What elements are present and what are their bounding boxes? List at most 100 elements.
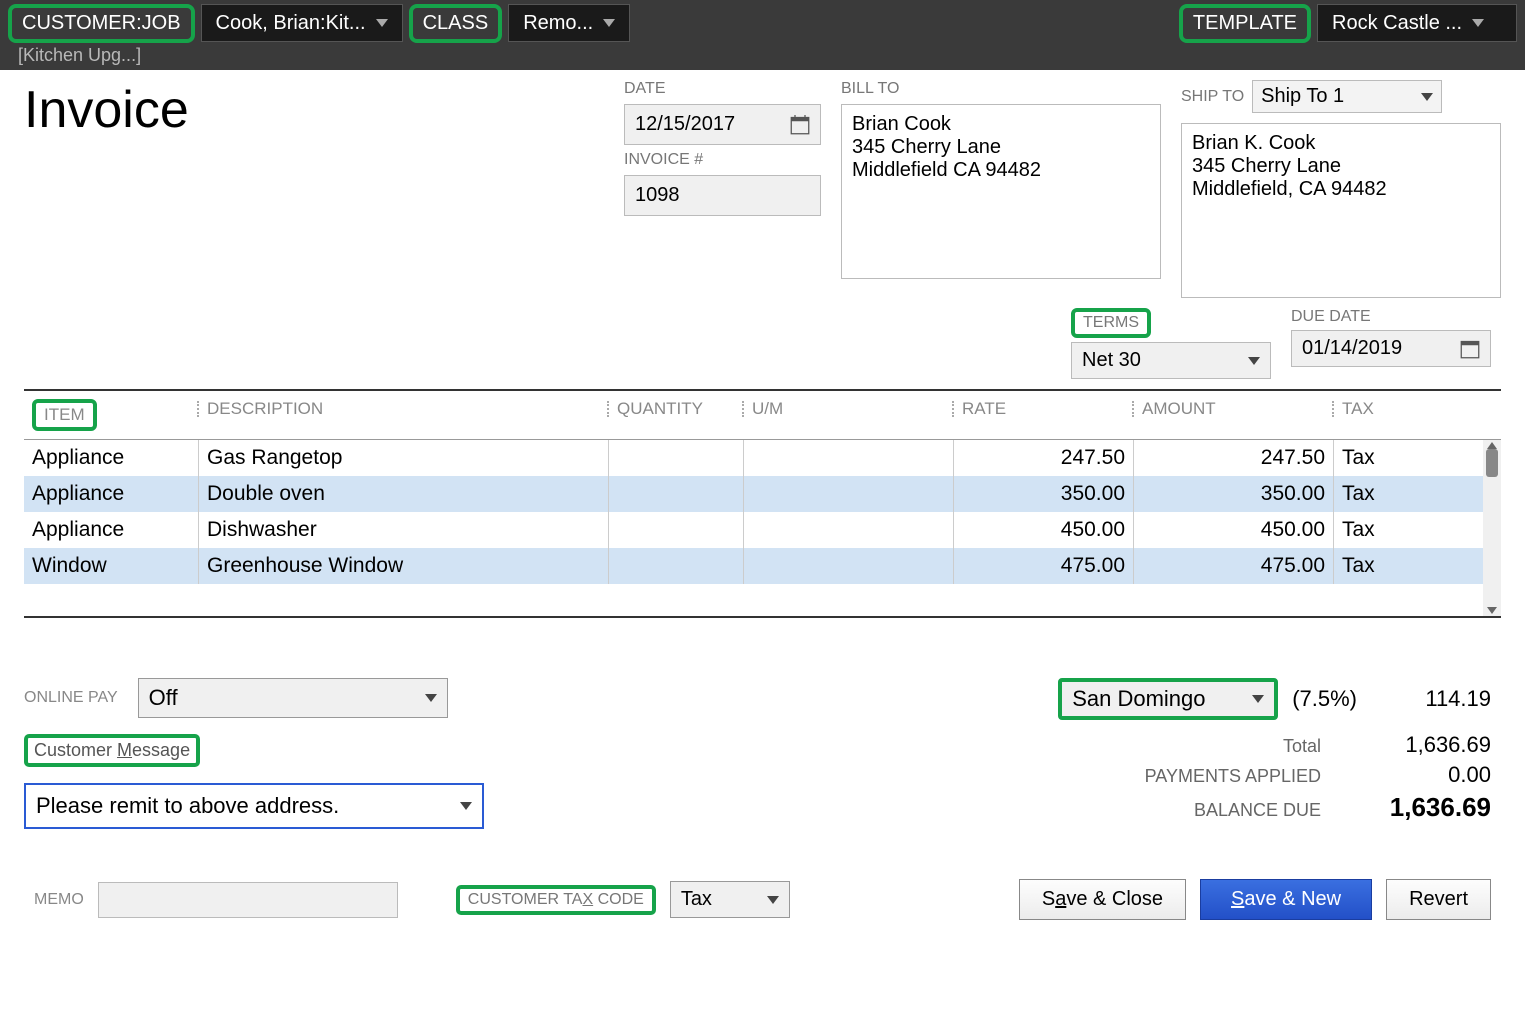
terms-label: TERMS	[1071, 308, 1151, 338]
invoice-num-label: INVOICE #	[624, 151, 821, 169]
page-title: Invoice	[24, 80, 604, 298]
due-date-label: DUE DATE	[1291, 308, 1491, 326]
chevron-down-icon	[460, 802, 472, 810]
table-row[interactable]: WindowGreenhouse Window475.00475.00Tax	[24, 548, 1501, 584]
tax-cell[interactable]: Tax	[1334, 512, 1454, 548]
chevron-down-icon	[1421, 93, 1433, 101]
item-cell[interactable]: Appliance	[24, 476, 199, 512]
chevron-down-icon	[767, 896, 779, 904]
payments-value: 0.00	[1371, 762, 1491, 788]
amount-cell[interactable]: 475.00	[1134, 548, 1334, 584]
tax-entity-select[interactable]: San Domingo	[1058, 678, 1278, 720]
rate-header: RATE	[962, 399, 1006, 418]
total-label: Total	[1283, 736, 1321, 757]
quantity-cell[interactable]	[609, 548, 744, 584]
ship-to-select[interactable]: Ship To 1	[1252, 80, 1442, 113]
um-header: U/M	[752, 399, 783, 418]
um-cell[interactable]	[744, 440, 954, 476]
revert-button[interactable]: Revert	[1386, 879, 1491, 920]
tax-cell[interactable]: Tax	[1334, 548, 1454, 584]
chevron-down-icon	[1252, 695, 1264, 703]
item-cell[interactable]: Window	[24, 548, 199, 584]
bill-to-textarea[interactable]: Brian Cook 345 Cherry Lane Middlefield C…	[841, 104, 1161, 279]
tax-rate: (7.5%)	[1292, 686, 1357, 712]
table-row[interactable]: ApplianceDishwasher450.00450.00Tax	[24, 512, 1501, 548]
scroll-thumb[interactable]	[1486, 449, 1498, 477]
customer-job-dropdown[interactable]: Cook, Brian:Kit...	[201, 4, 403, 42]
vertical-scrollbar[interactable]	[1483, 440, 1501, 616]
chevron-down-icon	[425, 694, 437, 702]
chevron-down-icon	[603, 19, 615, 27]
customer-tax-code-select[interactable]: Tax	[670, 881, 790, 918]
class-value: Remo...	[523, 12, 593, 35]
customer-message-select[interactable]: Please remit to above address.	[24, 783, 484, 829]
template-dropdown[interactable]: Rock Castle ...	[1317, 4, 1517, 42]
bill-to-label: BILL TO	[841, 80, 1161, 98]
quantity-cell[interactable]	[609, 440, 744, 476]
date-label: DATE	[624, 80, 821, 98]
scroll-up-icon[interactable]	[1487, 442, 1497, 449]
tax-cell[interactable]: Tax	[1334, 440, 1454, 476]
tax-header: TAX	[1342, 399, 1374, 418]
template-label: TEMPLATE	[1179, 4, 1311, 43]
item-cell[interactable]: Appliance	[24, 512, 199, 548]
quantity-cell[interactable]	[609, 512, 744, 548]
table-row[interactable]: ApplianceDouble oven350.00350.00Tax	[24, 476, 1501, 512]
table-header: ITEM DESCRIPTION QUANTITY U/M RATE AMOUN…	[24, 391, 1501, 440]
amount-cell[interactable]: 247.50	[1134, 440, 1334, 476]
memo-input[interactable]	[98, 882, 398, 918]
chevron-down-icon	[1472, 19, 1484, 27]
save-new-button[interactable]: Save & New	[1200, 879, 1372, 920]
customer-job-sub: [Kitchen Upg...]	[8, 43, 195, 66]
topbar: CUSTOMER:JOB [Kitchen Upg...] Cook, Bria…	[0, 0, 1525, 70]
description-cell[interactable]: Greenhouse Window	[199, 548, 609, 584]
um-cell[interactable]	[744, 476, 954, 512]
amount-header: AMOUNT	[1142, 399, 1216, 418]
calendar-icon[interactable]	[1460, 339, 1480, 359]
description-header: DESCRIPTION	[207, 399, 323, 418]
ship-to-label: SHIP TO	[1181, 88, 1244, 106]
description-cell[interactable]: Dishwasher	[199, 512, 609, 548]
quantity-header: QUANTITY	[617, 399, 703, 418]
terms-select[interactable]: Net 30	[1071, 342, 1271, 379]
table-row[interactable]: ApplianceGas Rangetop247.50247.50Tax	[24, 440, 1501, 476]
item-cell[interactable]: Appliance	[24, 440, 199, 476]
ship-to-textarea[interactable]: Brian K. Cook 345 Cherry Lane Middlefiel…	[1181, 123, 1501, 298]
total-value: 1,636.69	[1371, 732, 1491, 758]
invoice-num-input[interactable]: 1098	[624, 175, 821, 216]
tax-cell[interactable]: Tax	[1334, 476, 1454, 512]
template-value: Rock Castle ...	[1332, 12, 1462, 35]
class-dropdown[interactable]: Remo...	[508, 4, 630, 42]
amount-cell[interactable]: 450.00	[1134, 512, 1334, 548]
date-input[interactable]: 12/15/2017	[624, 104, 821, 145]
scroll-down-icon[interactable]	[1487, 607, 1497, 614]
rate-cell[interactable]: 247.50	[954, 440, 1134, 476]
tax-amount: 114.19	[1371, 686, 1491, 712]
um-cell[interactable]	[744, 512, 954, 548]
customer-job-label: CUSTOMER:JOB	[8, 4, 195, 43]
table-row-empty[interactable]	[24, 584, 1501, 616]
rate-cell[interactable]: 350.00	[954, 476, 1134, 512]
customer-tax-code-label: CUSTOMER TAX CODE	[456, 885, 656, 915]
save-close-button[interactable]: Save & Close	[1019, 879, 1186, 920]
amount-cell[interactable]: 350.00	[1134, 476, 1334, 512]
rate-cell[interactable]: 475.00	[954, 548, 1134, 584]
table-body: ApplianceGas Rangetop247.50247.50TaxAppl…	[24, 440, 1501, 616]
rate-cell[interactable]: 450.00	[954, 512, 1134, 548]
description-cell[interactable]: Double oven	[199, 476, 609, 512]
customer-job-value: Cook, Brian:Kit...	[216, 12, 366, 35]
line-items-table: ITEM DESCRIPTION QUANTITY U/M RATE AMOUN…	[24, 389, 1501, 618]
calendar-icon[interactable]	[790, 115, 810, 135]
class-label: CLASS	[409, 4, 503, 43]
balance-label: BALANCE DUE	[1194, 800, 1321, 821]
chevron-down-icon	[376, 19, 388, 27]
memo-label: MEMO	[34, 891, 84, 909]
due-date-input[interactable]: 01/14/2019	[1291, 330, 1491, 367]
item-header: ITEM	[32, 399, 97, 431]
customer-message-label: Customer Message	[24, 734, 200, 767]
um-cell[interactable]	[744, 548, 954, 584]
description-cell[interactable]: Gas Rangetop	[199, 440, 609, 476]
chevron-down-icon	[1248, 357, 1260, 365]
quantity-cell[interactable]	[609, 476, 744, 512]
online-pay-select[interactable]: Off	[138, 678, 448, 718]
